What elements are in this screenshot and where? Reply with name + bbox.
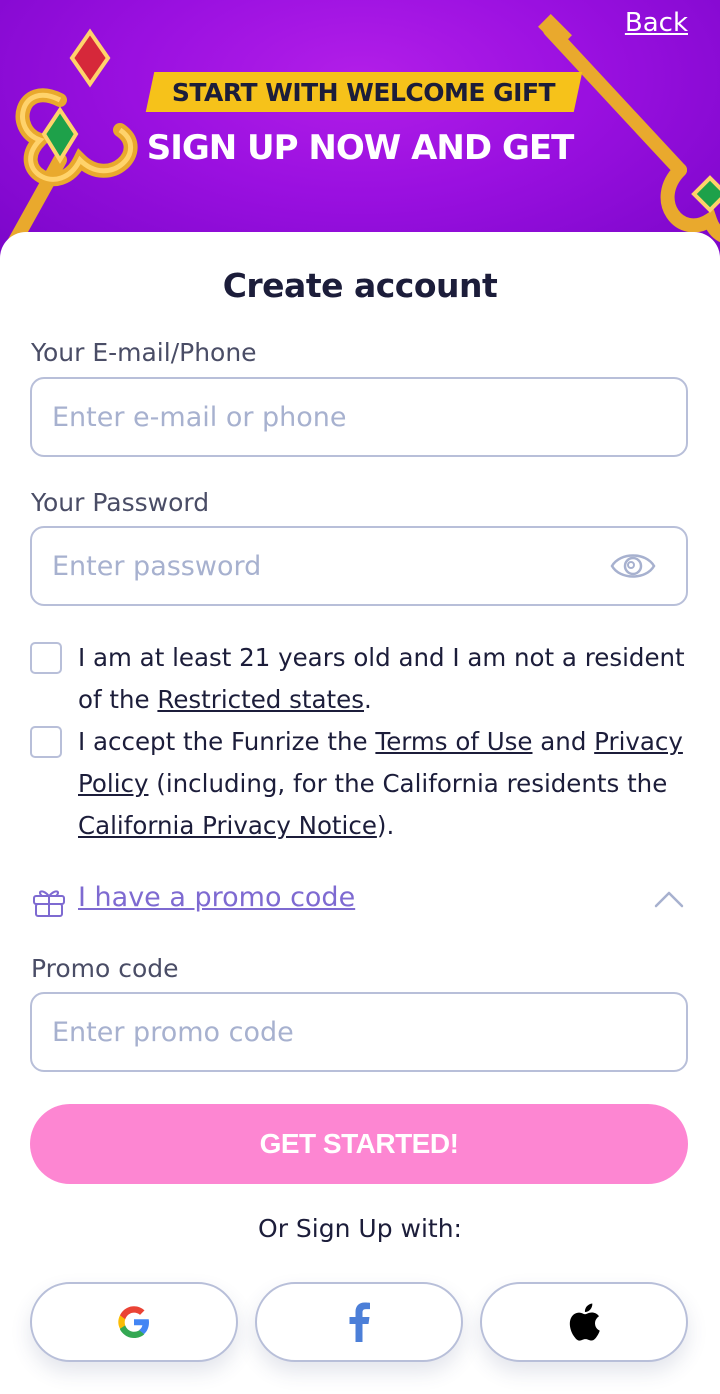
terms-check-text: I accept the Funrize the Terms of Use an… — [78, 721, 688, 847]
promo-code-field[interactable] — [32, 994, 686, 1070]
promo-banner: Back START WITH WELCOME GIFT SIGN UP NOW… — [0, 0, 720, 260]
password-field[interactable] — [32, 528, 686, 604]
apple-icon — [569, 1303, 600, 1341]
signup-card: Create account Your E-mail/Phone Your Pa… — [0, 232, 720, 1394]
terms-text: I accept the Funrize the — [78, 727, 376, 756]
ribbon-text: START WITH WELCOME GIFT — [172, 77, 556, 107]
terms-text-end: ). — [376, 811, 395, 840]
promo-input-box — [30, 992, 688, 1072]
banner-title: SIGN UP NOW AND GET — [146, 128, 575, 168]
get-started-button[interactable]: GET STARTED! — [30, 1104, 688, 1184]
or-signup-text: Or Sign Up with: — [258, 1214, 462, 1243]
facebook-signup-button[interactable] — [255, 1282, 463, 1362]
google-signup-button[interactable] — [30, 1282, 238, 1362]
password-label: Your Password — [31, 488, 210, 517]
back-link[interactable]: Back — [625, 8, 688, 38]
age-check-text: I am at least 21 years old and I am not … — [78, 637, 688, 721]
age-text-end: . — [363, 685, 372, 714]
california-privacy-link[interactable]: California Privacy Notice — [78, 811, 377, 840]
password-input-box — [30, 526, 688, 606]
email-field[interactable] — [32, 379, 686, 455]
promo-code-toggle[interactable]: I have a promo code — [30, 872, 688, 930]
gift-icon — [33, 890, 65, 917]
welcome-ribbon: START WITH WELCOME GIFT — [145, 72, 583, 112]
terms-checkbox[interactable] — [30, 726, 62, 758]
restricted-states-link[interactable]: Restricted states — [157, 685, 364, 714]
age-checkbox[interactable] — [30, 642, 62, 674]
promo-label: Promo code — [31, 954, 179, 983]
google-icon — [118, 1306, 149, 1338]
apple-signup-button[interactable] — [480, 1282, 688, 1362]
facebook-icon — [349, 1302, 370, 1342]
chevron-up-icon[interactable] — [654, 890, 684, 908]
terms-text-and: and — [532, 727, 595, 756]
terms-of-use-link[interactable]: Terms of Use — [375, 727, 532, 756]
email-label: Your E-mail/Phone — [31, 338, 257, 367]
email-input-box — [30, 377, 688, 457]
page-title: Create account — [222, 266, 498, 305]
terms-text-mid: (including, for the California residents… — [148, 769, 668, 798]
promo-code-link[interactable]: I have a promo code — [78, 882, 355, 913]
eye-icon[interactable] — [610, 548, 656, 584]
